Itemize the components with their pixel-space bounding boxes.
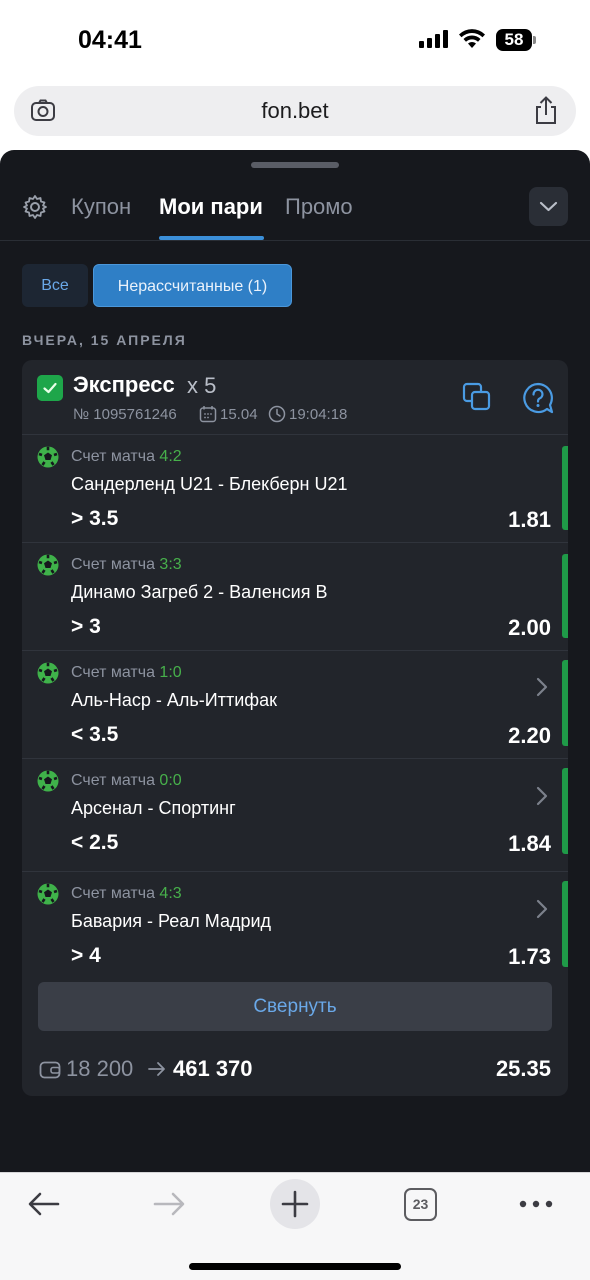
share-icon[interactable] — [533, 96, 559, 126]
bet-time: 19:04:18 — [289, 406, 348, 423]
win-indicator — [562, 768, 568, 854]
chevron-right-icon[interactable] — [535, 677, 549, 697]
score-value: 4:2 — [159, 448, 182, 465]
url-text[interactable]: fon.bet — [14, 98, 576, 124]
soccer-ball-icon — [37, 662, 59, 684]
copy-icon[interactable] — [462, 382, 492, 412]
tab-coupon[interactable]: Купон — [71, 194, 131, 220]
match-name: Сандерленд U21 - Блекберн U21 — [71, 474, 348, 494]
cellular-signal-icon — [419, 30, 448, 48]
score-label: Счет матча 1:0 — [71, 664, 182, 682]
plus-icon — [281, 1190, 309, 1218]
bet-odd: 1.81 — [508, 507, 551, 532]
score-label-text: Счет матча — [71, 448, 155, 465]
bet-pick: < 3.5 — [71, 723, 119, 746]
soccer-ball-icon — [37, 554, 59, 576]
soccer-ball-icon — [37, 446, 59, 468]
bet-date: 15.04 — [220, 406, 258, 423]
battery-icon: 58 — [496, 29, 536, 51]
browser-toolbar: 23 — [0, 1172, 590, 1280]
settings-icon[interactable] — [22, 194, 48, 220]
filter-all-button[interactable]: Все — [22, 264, 88, 307]
collapse-button[interactable]: Свернуть — [38, 982, 552, 1031]
soccer-ball-icon — [37, 770, 59, 792]
bet-number: № 1095761246 — [73, 406, 177, 423]
event-row[interactable]: Счет матча 3:3 Динамо Загреб 2 - Валенси… — [22, 542, 568, 650]
score-value: 3:3 — [159, 556, 182, 573]
score-label-text: Счет матча — [71, 556, 155, 573]
bet-multiplier: x 5 — [187, 373, 217, 398]
bets-sheet: Купон Мои пари Промо Все Нерассчитанные … — [0, 150, 590, 1172]
bet-odd: 1.84 — [508, 831, 551, 856]
wallet-icon — [39, 1061, 61, 1079]
bet-odd: 2.20 — [508, 723, 551, 748]
tab-promo[interactable]: Промо — [285, 194, 353, 220]
battery-level: 58 — [504, 30, 524, 49]
chevron-right-icon[interactable] — [535, 786, 549, 806]
match-name: Динамо Загреб 2 - Валенсия В — [71, 582, 328, 602]
event-row[interactable]: Счет матча 4:3 Бавария - Реал Мадрид > 4… — [22, 871, 568, 975]
arrow-right-icon — [148, 1062, 165, 1076]
score-value: 4:3 — [159, 885, 182, 902]
tabs-divider — [0, 240, 590, 241]
status-bar: 04:41 58 — [0, 0, 590, 80]
chevron-right-icon[interactable] — [535, 899, 549, 919]
match-name: Арсенал - Спортинг — [71, 798, 236, 818]
win-indicator — [562, 881, 568, 967]
bet-odd: 1.73 — [508, 944, 551, 969]
stake-amount: 18 200 — [66, 1056, 134, 1081]
bet-pick: > 3 — [71, 615, 101, 638]
score-label-text: Счет матча — [71, 772, 155, 789]
win-indicator — [562, 660, 568, 746]
match-name: Аль-Наср - Аль-Иттифак — [71, 690, 277, 710]
new-tab-button[interactable] — [270, 1179, 320, 1229]
bet-pick: > 3.5 — [71, 507, 119, 530]
score-label: Счет матча 4:3 — [71, 885, 182, 903]
bet-odd: 2.00 — [508, 615, 551, 640]
calendar-icon — [199, 406, 217, 423]
bet-type: Экспресс — [73, 372, 175, 397]
more-icon[interactable] — [519, 1200, 553, 1208]
back-icon[interactable] — [27, 1191, 61, 1217]
score-label-text: Счет матча — [71, 885, 155, 902]
help-icon[interactable] — [522, 382, 554, 414]
wifi-icon — [459, 29, 485, 48]
potential-payout: 461 370 — [173, 1056, 253, 1081]
chevron-down-icon — [539, 201, 558, 212]
status-time: 04:41 — [78, 26, 142, 54]
tabs-icon[interactable]: 23 — [404, 1188, 437, 1221]
win-indicator — [562, 446, 568, 530]
score-label: Счет матча 4:2 — [71, 448, 182, 466]
soccer-ball-icon — [37, 883, 59, 905]
event-row[interactable]: Счет матча 4:2 Сандерленд U21 - Блекберн… — [22, 434, 568, 542]
clock-icon — [268, 405, 286, 423]
date-header: ВЧЕРА, 15 АПРЕЛЯ — [22, 332, 187, 348]
address-bar[interactable]: fon.bet — [14, 86, 576, 136]
score-label: Счет матча 3:3 — [71, 556, 182, 574]
score-label: Счет матча 0:0 — [71, 772, 182, 790]
bet-pick: > 4 — [71, 944, 101, 967]
score-label-text: Счет матча — [71, 664, 155, 681]
collapse-sheet-button[interactable] — [529, 187, 568, 226]
forward-icon[interactable] — [152, 1191, 186, 1217]
score-value: 1:0 — [159, 664, 182, 681]
bet-pick: < 2.5 — [71, 831, 119, 854]
sheet-grabber[interactable] — [251, 162, 339, 168]
bet-card: Экспресс x 5 № 1095761246 15.04 19:04:18 — [22, 360, 568, 1096]
filter-unsettled-button[interactable]: Нерассчитанные (1) — [93, 264, 292, 307]
score-value: 0:0 — [159, 772, 182, 789]
tab-my-bets[interactable]: Мои пари — [159, 194, 263, 220]
total-odd: 25.35 — [495, 1056, 551, 1081]
match-name: Бавария - Реал Мадрид — [71, 911, 272, 931]
win-indicator — [562, 554, 568, 638]
event-row[interactable]: Счет матча 1:0 Аль-Наср - Аль-Иттифак < … — [22, 650, 568, 758]
checkbox-icon — [37, 375, 63, 401]
event-row[interactable]: Счет матча 0:0 Арсенал - Спортинг < 2.5 … — [22, 758, 568, 871]
home-indicator — [189, 1263, 401, 1270]
